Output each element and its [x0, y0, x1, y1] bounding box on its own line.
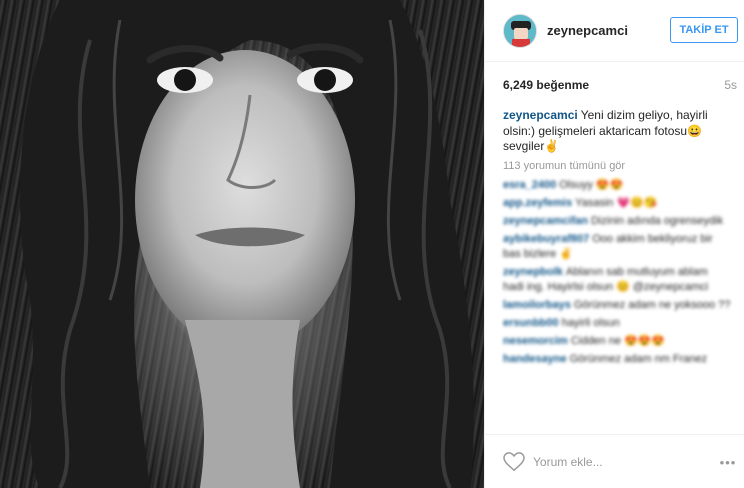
portrait-image	[20, 0, 474, 488]
comment-username[interactable]: zeynepbolk	[503, 266, 563, 278]
comment-text: Dizinin adında ogrenseydik	[590, 215, 724, 227]
comment-username[interactable]: esra_2400	[503, 179, 556, 191]
comment-list: esra_2400 Olsuyy 😍😍 app.zeyfemis Yasasin 💗…	[503, 178, 731, 370]
comment-text: Görünmez adam nm Franez	[569, 353, 708, 365]
comment-text: Yasasin 💗😊😘	[575, 197, 658, 209]
comment-item: esra_2400 Olsuyy 😍😍	[503, 178, 731, 193]
likes-count[interactable]: 6,249 beğenme	[503, 78, 589, 92]
comment-text: hayirli olsun	[561, 317, 620, 329]
comment-text: Olsuyy 😍😍	[559, 179, 624, 191]
add-comment-input[interactable]	[533, 451, 683, 473]
comment-text: Cidden ne 😍😍😍	[570, 335, 666, 347]
caption-username[interactable]: zeynepcamci	[503, 108, 578, 122]
likes-row: 6,249 beğenme 5s	[503, 78, 737, 94]
view-all-comments-link[interactable]: 113 yorumun tümünü gör	[503, 160, 625, 172]
profile-avatar[interactable]	[503, 14, 537, 48]
comment-username[interactable]: app.zeyfemis	[503, 197, 572, 209]
comment-username[interactable]: zeynepcamcifan	[503, 215, 588, 227]
follow-button[interactable]: TAKİP ET	[670, 17, 738, 43]
comment-item: zeynepcamcifan Dizinin adında ogrenseydik	[503, 214, 731, 229]
post-side-panel: zeynepcamci TAKİP ET 6,249 beğenme 5s ze…	[484, 0, 744, 488]
comment-footer: •••	[485, 434, 744, 488]
comment-item: nesemorcim Cidden ne 😍😍😍	[503, 334, 731, 349]
more-dots-icon[interactable]: •••	[717, 453, 739, 471]
comment-username[interactable]: handesayne	[503, 353, 567, 365]
heart-outline-icon[interactable]	[503, 452, 525, 472]
comment-username[interactable]: ersunbb00	[503, 317, 559, 329]
comment-username[interactable]: lamoilorbays	[503, 299, 571, 311]
comment-item: ersunbb00 hayirli olsun	[503, 316, 731, 331]
comment-username[interactable]: aybikebuyraf807	[503, 233, 589, 245]
post-time[interactable]: 5s	[724, 78, 737, 92]
comment-username[interactable]: nesemorcim	[503, 335, 568, 347]
post-caption: zeynepcamci Yeni dizim geliyo, hayirli ol…	[503, 108, 723, 155]
comment-item: zeynepbolk Ablanın sab mutluyum ablam had…	[503, 265, 731, 295]
comment-text: Görünmez adam ne yoksooo ??	[573, 299, 731, 311]
comment-item: lamoilorbays Görünmez adam ne yoksooo ??	[503, 298, 731, 313]
post-header: zeynepcamci TAKİP ET	[485, 0, 744, 62]
comment-item: handesayne Görünmez adam nm Franez	[503, 352, 731, 367]
post-photo[interactable]	[0, 0, 484, 488]
comment-item: aybikebuyraf807 Ooo akkim bekliyoruz bir …	[503, 232, 731, 262]
post-username[interactable]: zeynepcamci	[547, 23, 628, 38]
comment-item: app.zeyfemis Yasasin 💗😊😘	[503, 196, 731, 211]
avatar-icon	[504, 15, 536, 47]
